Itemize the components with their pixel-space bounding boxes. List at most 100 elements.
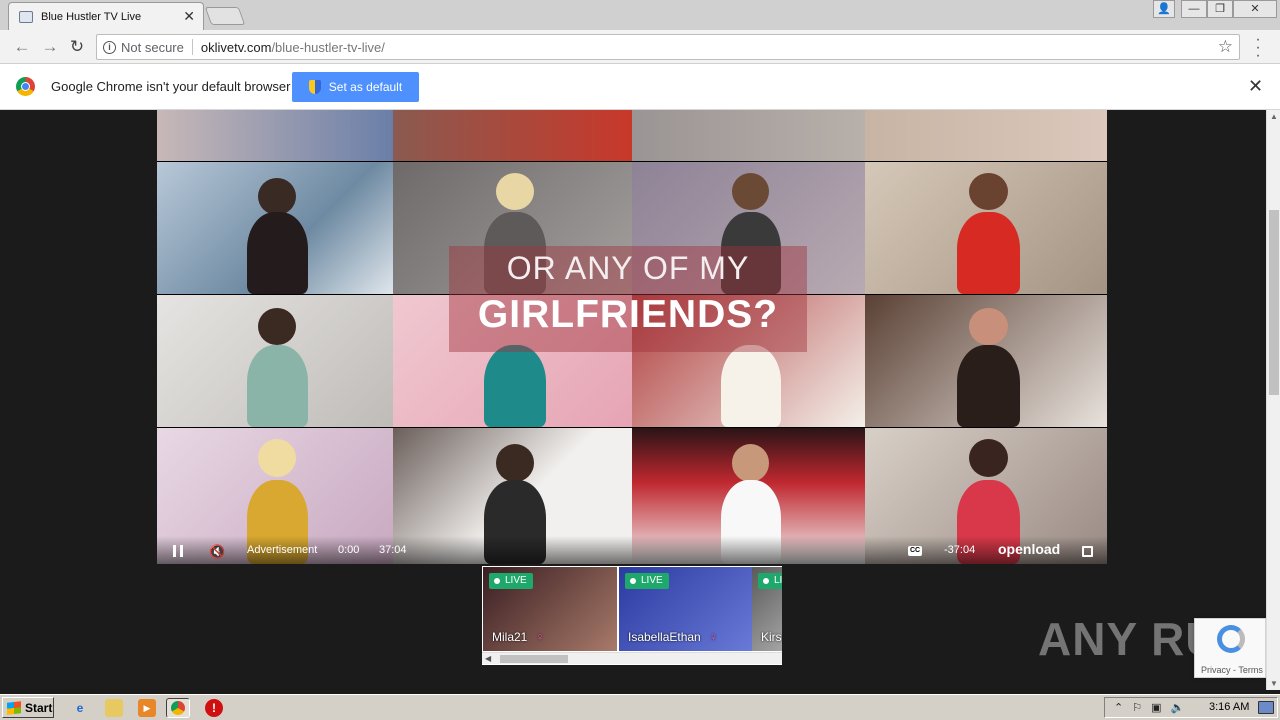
omnibox-divider [191,39,193,55]
player-brand-logo: openload [998,541,1061,557]
video-player[interactable]: OR ANY OF MY GIRLFRIENDS? 🔇 Advertisemen… [157,110,1107,564]
page-scroll-thumb[interactable] [1269,210,1279,395]
video-controls: 🔇 Advertisement 0:00 37:04 CC -37:04 ope… [157,536,1107,564]
time-elapsed: 0:00 [338,544,360,556]
chrome-taskbar-button[interactable] [166,698,190,718]
scroll-down-icon[interactable]: ▼ [1270,679,1278,688]
video-tile [393,110,632,161]
performer-head [495,172,534,210]
performer-head [969,172,1008,210]
stop-sign-icon[interactable]: ! [205,699,223,717]
performer-head [732,444,770,483]
live-card[interactable]: LI Kirs [752,567,782,651]
live-card[interactable]: LIVE Mila21 ♀ [483,567,617,651]
new-tab-button[interactable] [204,7,246,25]
infobar-message: Google Chrome isn't your default browser [51,79,291,94]
tray-expand-icon[interactable]: ⌃ [1114,701,1123,714]
performer-head [258,438,297,477]
back-arrow-icon[interactable]: ← [12,37,32,57]
start-button[interactable]: Start [2,697,54,718]
tab-title: Blue Hustler TV Live [41,10,142,23]
minimize-button[interactable]: — [1181,0,1207,18]
performer-head [732,172,770,210]
chrome-icon [171,701,185,715]
pause-icon[interactable] [173,545,183,557]
live-strip-scrollbar[interactable]: ◀ [482,652,782,664]
live-card-name: Mila21 ♀ [492,630,545,644]
performer-head [969,438,1008,477]
taskbar-clock[interactable]: 3:16 AM [1209,701,1249,713]
volume-icon[interactable]: 🔈 [1171,701,1185,714]
performer-figure [720,345,782,427]
url-host: oklivetv.com [200,39,272,55]
browser-window: Blue Hustler TV Live ✕ 👤 — ❐ ✕ ← → ↻ i N… [0,0,1280,720]
tab-strip: Blue Hustler TV Live ✕ 👤 — ❐ ✕ [0,0,1280,30]
video-tile [865,110,1107,161]
scroll-up-icon[interactable]: ▲ [1270,112,1278,121]
performer-head [258,308,297,346]
live-card[interactable]: LIVE IsabellaEthan ♀ [619,567,753,651]
internet-explorer-icon[interactable]: e [71,699,89,717]
video-tile [865,162,1107,294]
performer-figure [956,345,1020,427]
video-tile [632,110,865,161]
page-content: OR ANY OF MY GIRLFRIENDS? 🔇 Advertisemen… [0,110,1266,690]
infobar-close-icon[interactable]: ✕ [1248,76,1263,97]
tab-close-icon[interactable]: ✕ [183,8,195,25]
live-badge: LI [758,573,782,589]
video-tile [157,110,393,161]
close-window-button[interactable]: ✕ [1233,0,1277,18]
browser-toolbar: ← → ↻ i Not secure oklivetv.com/blue-hus… [0,30,1280,64]
performer-figure [246,345,309,427]
recaptcha-badge[interactable]: Privacy - Terms [1194,618,1266,678]
url-path: /blue-hustler-tv-live/ [271,39,385,55]
fullscreen-icon[interactable] [1082,546,1093,557]
windows-taskbar: Start e ▶ ! ⌃ ⚐ ▣ 🔈 3:16 AM [0,694,1280,720]
scroll-thumb[interactable] [500,655,568,663]
live-badge: LIVE [625,573,669,589]
performer-figure [483,345,546,427]
performer-figure [246,212,309,294]
profile-icon[interactable]: 👤 [1153,0,1175,18]
media-player-icon[interactable]: ▶ [138,699,156,717]
time-total: 37:04 [379,544,407,556]
chrome-logo-icon [16,77,35,96]
time-remaining: -37:04 [944,544,976,556]
not-secure-label: Not secure [121,39,184,55]
promo-line-2: GIRLFRIENDS? [477,293,779,336]
reload-icon[interactable]: ↻ [67,37,87,57]
live-card-name: Kirs [761,630,782,644]
video-tile [865,295,1107,427]
female-icon: ♀ [708,630,718,644]
performer-head [258,177,297,215]
promo-line-1: OR ANY OF MY [506,250,750,286]
performer-head [495,444,534,483]
flag-icon[interactable]: ⚐ [1132,701,1142,714]
set-as-default-label: Set as default [328,80,403,94]
shield-icon [308,80,321,94]
network-icon[interactable]: ▣ [1151,701,1161,714]
scroll-left-icon[interactable]: ◀ [485,654,491,663]
live-cams-strip: LIVE Mila21 ♀ LIVE IsabellaEthan ♀ LI Kirs… [482,566,782,665]
mute-icon[interactable]: 🔇 [209,544,225,560]
female-icon: ♀ [535,630,545,644]
tab-active[interactable]: Blue Hustler TV Live ✕ [8,2,204,30]
restore-button[interactable]: ❐ [1207,0,1233,18]
page-scrollbar[interactable]: ▲ ▼ [1266,110,1280,690]
recaptcha-terms[interactable]: Privacy - Terms [1201,665,1263,675]
set-as-default-button[interactable]: Set as default [292,72,419,102]
info-icon[interactable]: i [103,40,116,54]
bookmark-star-icon[interactable]: ☆ [1218,37,1233,57]
video-tile [157,162,393,294]
forward-arrow-icon[interactable]: → [40,37,60,57]
closed-captions-button[interactable]: CC [908,546,922,556]
window-controls: 👤 — ❐ ✕ [1153,0,1277,18]
address-bar[interactable]: i Not secure oklivetv.com/blue-hustler-t… [96,34,1240,60]
file-explorer-icon[interactable] [105,699,123,717]
chrome-menu-icon[interactable]: · · · [1252,32,1264,64]
start-label: Start [25,700,53,715]
recaptcha-icon [1217,625,1245,653]
live-badge: LIVE [489,573,533,589]
windows-logo-icon [7,700,21,715]
show-desktop-icon[interactable] [1258,701,1274,714]
